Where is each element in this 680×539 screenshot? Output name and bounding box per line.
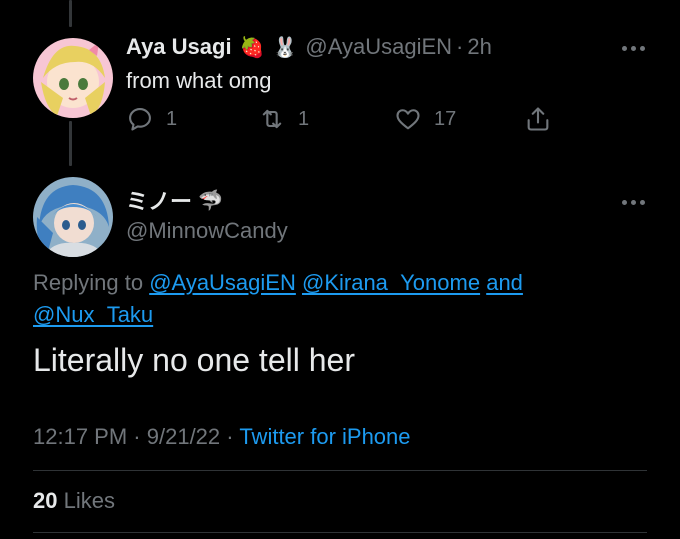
avatar-minnow-candy[interactable] xyxy=(33,177,113,257)
more-dot xyxy=(622,46,627,51)
shark-emoji: 🦈 xyxy=(198,189,223,212)
share-button[interactable] xyxy=(524,105,552,133)
replying-to-prefix: Replying to xyxy=(33,270,144,295)
share-icon xyxy=(527,107,549,131)
more-dot xyxy=(640,200,645,205)
main-display-name[interactable]: ミノー xyxy=(126,184,192,216)
tweet-client[interactable]: Twitter for iPhone xyxy=(239,424,410,449)
thread-line-top xyxy=(69,0,72,27)
retweet-count: 1 xyxy=(298,107,310,130)
like-count: 17 xyxy=(434,107,457,130)
thread-line-bottom xyxy=(69,121,72,166)
rabbit-emoji: 🐰 xyxy=(272,36,298,59)
strawberry-emoji: 🍓 xyxy=(239,36,265,59)
more-dot xyxy=(631,46,636,51)
reply-count: 1 xyxy=(166,107,178,130)
avatar-aya-usagi[interactable] xyxy=(33,38,113,118)
main-more-button[interactable] xyxy=(622,200,645,205)
retweet-icon xyxy=(262,109,282,129)
parent-separator: · xyxy=(456,34,464,59)
mention-kirana-yonome[interactable]: @Kirana_Yonome xyxy=(302,270,480,295)
retweet-button[interactable]: 1 xyxy=(258,105,309,133)
meta-dot: · xyxy=(133,424,141,449)
main-tweet-text: Literally no one tell her xyxy=(33,342,355,378)
mention-nux-taku[interactable]: @Nux_Taku xyxy=(33,302,153,327)
divider xyxy=(33,532,647,533)
parent-display-name[interactable]: Aya Usagi xyxy=(126,34,232,60)
like-button[interactable]: 17 xyxy=(394,105,456,133)
tweet-meta: 12:17 PM · 9/21/22 · Twitter for iPhone xyxy=(33,424,411,450)
tweet-time[interactable]: 12:17 PM xyxy=(33,424,127,449)
parent-more-button[interactable] xyxy=(622,46,645,51)
likes-stat[interactable]: 20 Likes xyxy=(33,488,115,514)
reply-icon xyxy=(129,108,151,131)
mention-aya-usagi[interactable]: @AyaUsagiEN xyxy=(149,270,296,295)
parent-tweet-text: from what omg xyxy=(126,68,272,93)
replying-to: Replying to @AyaUsagiEN @Kirana_Yonome a… xyxy=(33,267,633,331)
main-tweet-name-row: ミノー 🦈 xyxy=(126,184,223,216)
parent-time[interactable]: 2h xyxy=(467,34,491,60)
main-handle[interactable]: @MinnowCandy xyxy=(126,218,288,244)
divider xyxy=(33,470,647,471)
reply-button[interactable]: 1 xyxy=(126,105,177,133)
more-dot xyxy=(640,46,645,51)
meta-dot: · xyxy=(226,424,234,449)
tweet-date[interactable]: 9/21/22 xyxy=(147,424,220,449)
likes-count: 20 xyxy=(33,488,58,513)
heart-icon xyxy=(396,109,420,130)
likes-label: Likes xyxy=(63,488,115,513)
replying-to-and: and xyxy=(486,270,523,295)
more-dot xyxy=(631,200,636,205)
parent-handle[interactable]: @AyaUsagiEN xyxy=(305,34,452,60)
more-dot xyxy=(622,200,627,205)
parent-tweet-header: Aya Usagi 🍓 🐰 @AyaUsagiEN · 2h xyxy=(126,34,492,60)
